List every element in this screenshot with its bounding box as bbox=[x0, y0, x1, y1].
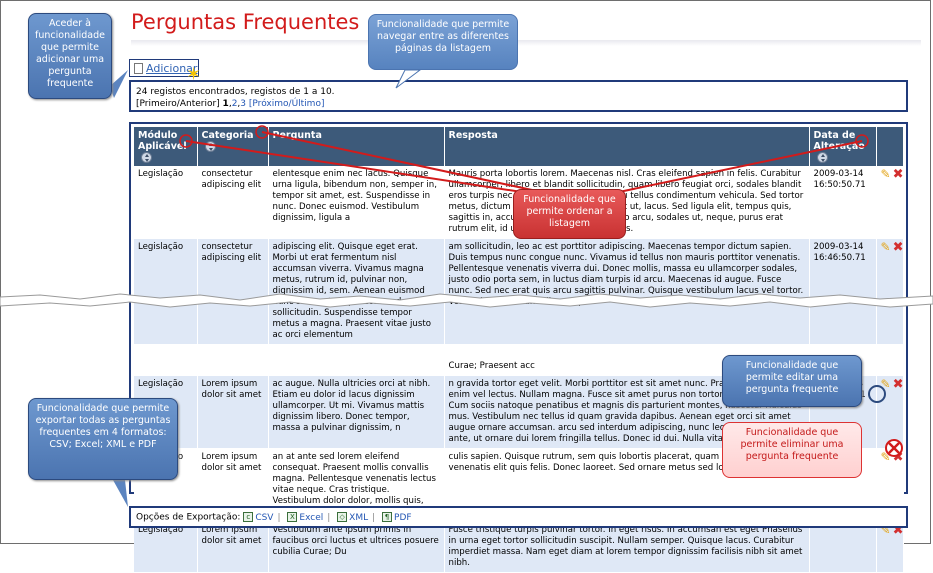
pager-current-page: 1 bbox=[222, 99, 229, 109]
export-excel-link[interactable]: Excel bbox=[299, 513, 323, 523]
title-rule bbox=[131, 40, 921, 46]
delete-x-icon[interactable]: ✖ bbox=[893, 167, 902, 182]
cell-resposta: Fusce tristique turpis pulvinar tortor. … bbox=[444, 521, 810, 573]
cell-categoria: consectetur adipiscing elit bbox=[197, 166, 269, 239]
cell-modulo: Legislação bbox=[134, 521, 198, 573]
column-header-modulo[interactable]: Módulo Aplicável bbox=[134, 127, 198, 166]
pager-nav: [Primeiro/Anterior] 1,2,3 [Próximo/Últim… bbox=[136, 99, 325, 109]
excel-icon: X bbox=[287, 512, 298, 522]
cell-categoria: Lorem ipsum dolor sit amet bbox=[197, 521, 269, 573]
column-header-actions bbox=[876, 127, 904, 166]
pager-page-3[interactable]: 3 bbox=[240, 99, 246, 109]
delete-x-icon[interactable]: ✖ bbox=[893, 240, 902, 255]
pencil-icon[interactable]: ✎ bbox=[881, 450, 891, 464]
pencil-icon[interactable]: ✎ bbox=[881, 377, 891, 391]
sort-arrows-icon[interactable] bbox=[204, 141, 216, 152]
xml-icon: ◇ bbox=[337, 512, 348, 522]
cell-pergunta: elentesque enim nec lacus. Quisque urna … bbox=[268, 166, 445, 239]
cell-actions: ✎ ✖ bbox=[876, 375, 904, 449]
column-header-categoria[interactable]: Categoria bbox=[197, 127, 269, 166]
callout-sort: Funcionalidade que permite ordenar a lis… bbox=[513, 189, 626, 239]
page-title: Perguntas Frequentes bbox=[131, 10, 360, 34]
pdf-icon: ¶ bbox=[382, 512, 393, 522]
new-document-icon bbox=[134, 63, 143, 74]
cell-pergunta: ac augue. Nulla ultricies orci at nibh. … bbox=[268, 375, 445, 449]
export-label: Opções de Exportação: bbox=[136, 512, 241, 523]
export-csv-link[interactable]: CSV bbox=[255, 513, 273, 523]
delete-x-icon[interactable]: ✖ bbox=[893, 377, 902, 392]
pager-page-2[interactable]: 2 bbox=[232, 99, 238, 109]
cell-categoria: Lorem ipsum dolor sit amet bbox=[197, 375, 269, 449]
column-header-resposta[interactable]: Resposta bbox=[444, 127, 810, 166]
cell-pergunta: Vestibulum ante ipsum primis in faucibus… bbox=[268, 521, 445, 573]
pager-info: 24 registos encontrados, registos de 1 a… bbox=[129, 80, 908, 112]
callout-export: Funcionalidade que permite exportar toda… bbox=[28, 398, 178, 480]
cell-data bbox=[809, 521, 877, 573]
table-header-row: Módulo Aplicável Categoria Pergunta Resp… bbox=[134, 127, 904, 166]
records-count: 24 registos encontrados, registos de 1 a… bbox=[136, 87, 335, 97]
sort-arrows-icon[interactable] bbox=[816, 152, 828, 163]
callout-delete: Funcionalidade que permite eliminar uma … bbox=[722, 422, 862, 478]
cell-actions: ✎ ✖ bbox=[876, 166, 904, 239]
table-row: Legislação Lorem ipsum dolor sit amet Ve… bbox=[134, 521, 904, 573]
pager-close-bracket: ] bbox=[320, 99, 325, 109]
csv-icon: c bbox=[243, 512, 254, 522]
export-xml-link[interactable]: XML bbox=[349, 513, 368, 523]
cell-data: 2009-03-14 16:50:50.71 bbox=[809, 166, 877, 239]
delete-x-icon[interactable]: ✖ bbox=[893, 450, 902, 465]
pager-last[interactable]: Último bbox=[292, 99, 321, 109]
callout-add: Aceder à funcionalidade que permite adic… bbox=[28, 13, 112, 99]
pager-next[interactable]: [Próximo/ bbox=[249, 99, 292, 109]
export-options-bar: Opções de Exportação: c CSV | X Excel | ◇ XML… bbox=[129, 506, 908, 528]
column-header-data[interactable]: Data de Alteração bbox=[809, 127, 877, 166]
cell-actions: ✎ ✖ bbox=[876, 521, 904, 573]
callout-nav: Funcionalidade que permite navegar entre… bbox=[368, 14, 518, 70]
cell-resposta: Mauris porta lobortis lorem. Maecenas ni… bbox=[444, 166, 810, 239]
column-header-pergunta[interactable]: Pergunta bbox=[268, 127, 445, 166]
pager-first-prev: [Primeiro/Anterior] bbox=[136, 99, 220, 109]
torn-page-divider bbox=[0, 293, 933, 308]
pencil-icon[interactable]: ✎ bbox=[881, 167, 891, 181]
sort-arrows-icon[interactable] bbox=[141, 152, 152, 163]
export-pdf-link[interactable]: PDF bbox=[394, 513, 412, 523]
cell-modulo: Legislação bbox=[134, 166, 198, 239]
callout-edit: Funcionalidade que permite editar uma pe… bbox=[722, 355, 862, 407]
pencil-icon[interactable]: ✎ bbox=[881, 240, 891, 254]
